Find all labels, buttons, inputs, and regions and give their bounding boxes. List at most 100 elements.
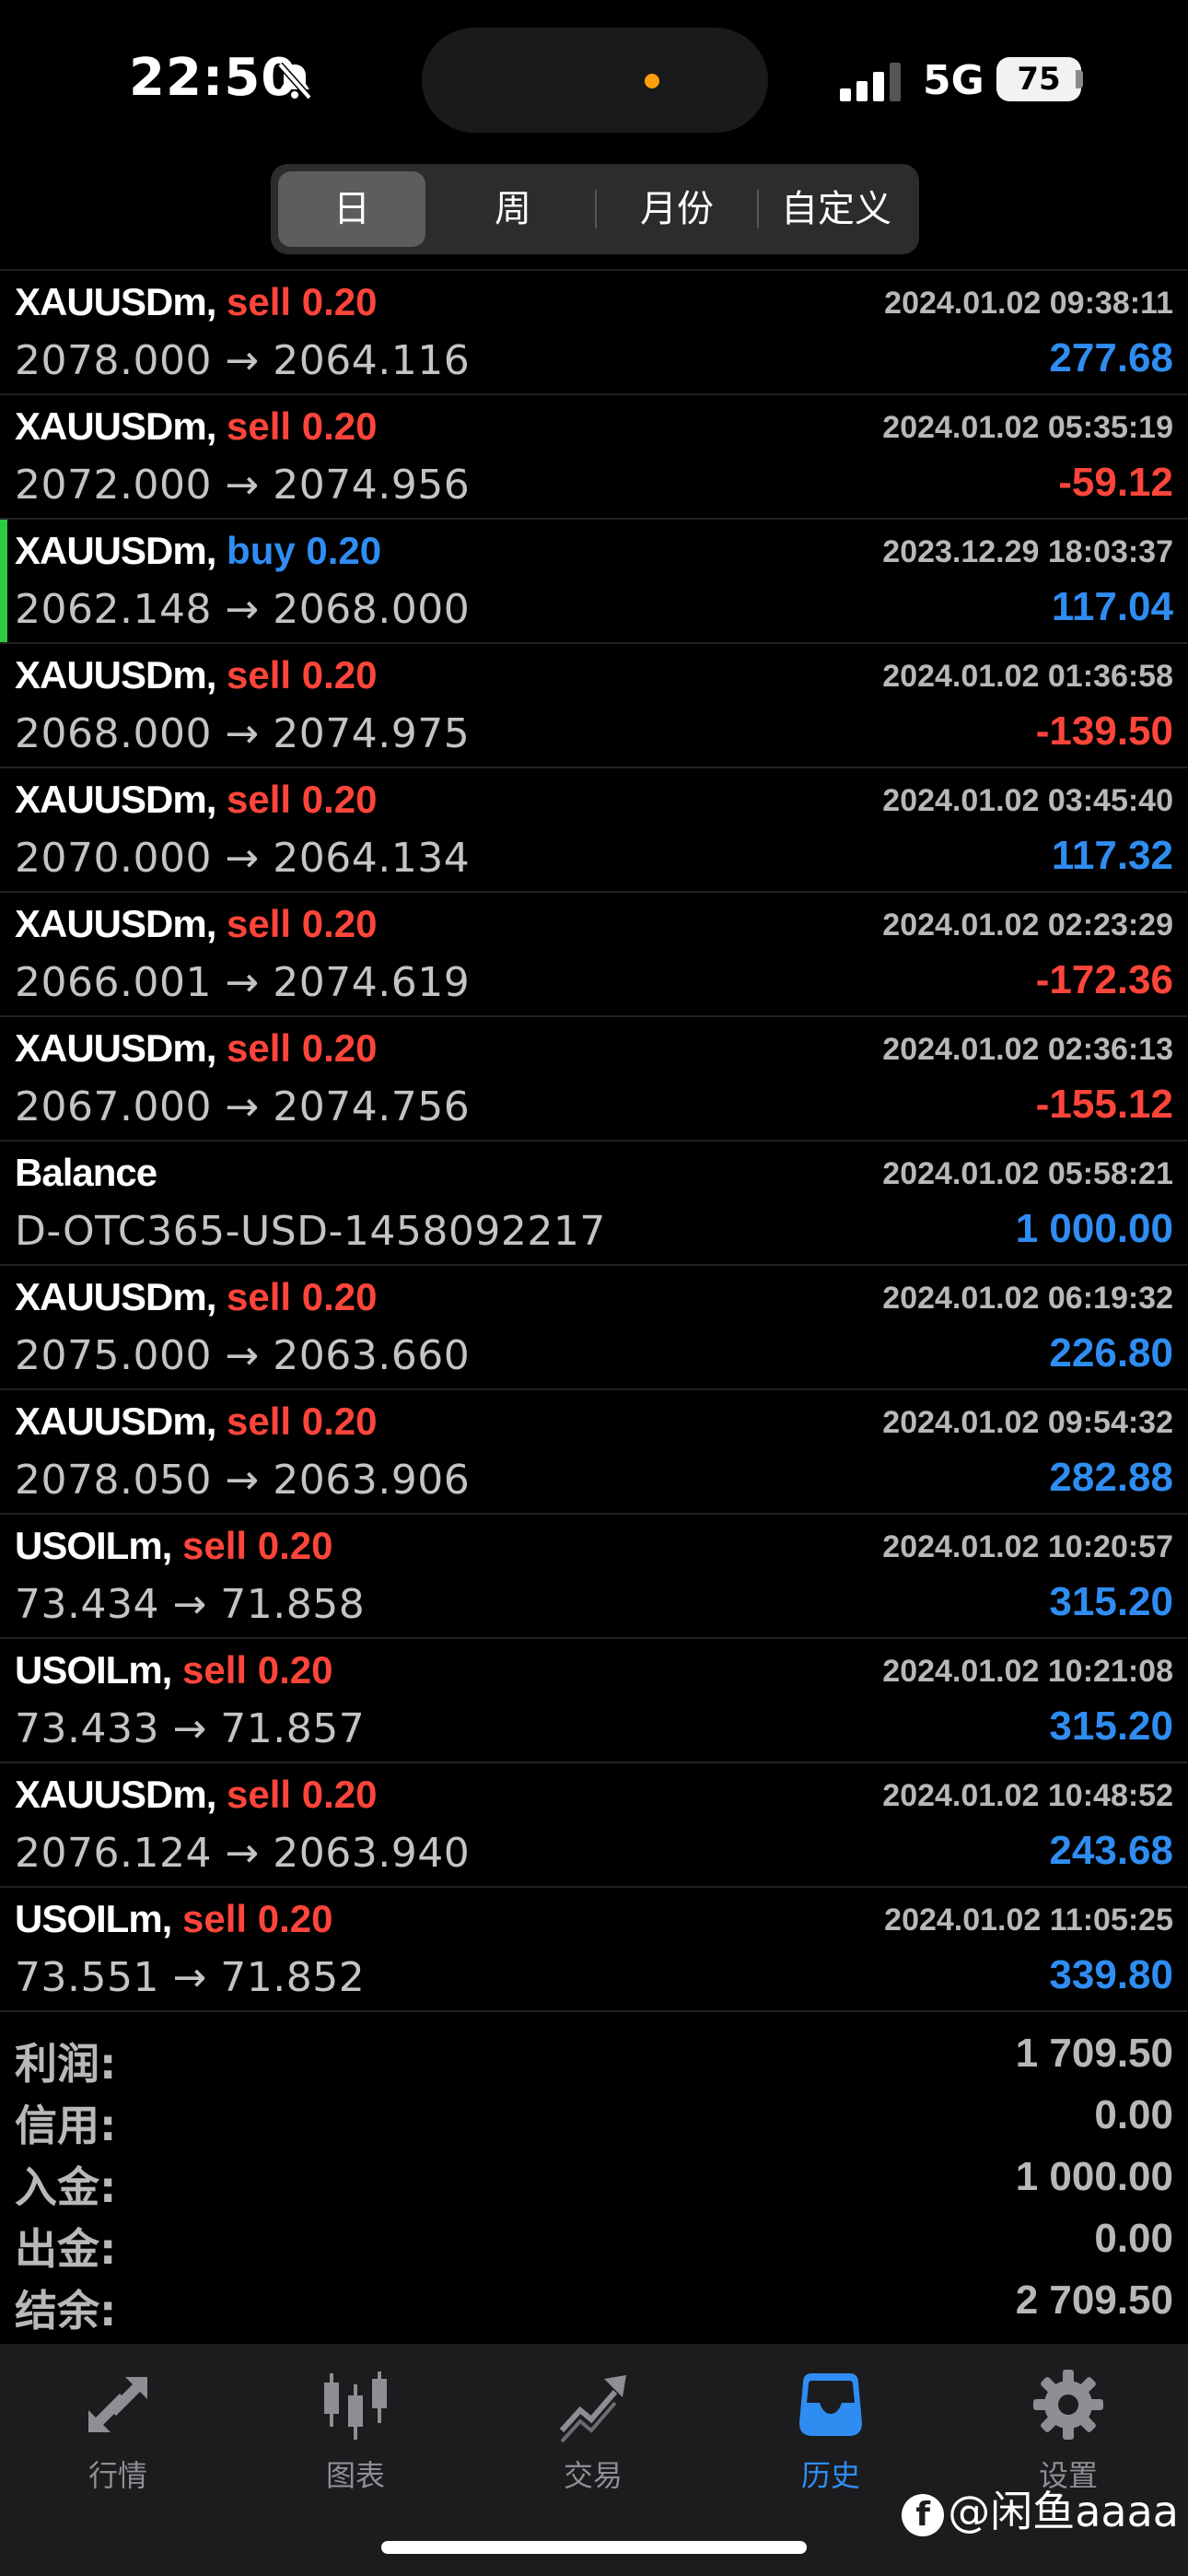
period-tab-day[interactable]: 日 bbox=[278, 171, 425, 247]
watermark-text: @闲鱼aaaa bbox=[948, 2487, 1179, 2536]
summary-value: 0.00 bbox=[1094, 2092, 1173, 2137]
tab-charts[interactable]: 图表 bbox=[282, 2366, 429, 2495]
segment-divider bbox=[757, 190, 759, 228]
row-title: XAUUSDm, sell 0.20 bbox=[15, 653, 378, 697]
row-prices: 2078.000 → 2064.116 bbox=[15, 337, 471, 384]
row-symbol: XAUUSDm, bbox=[15, 653, 216, 697]
history-list: XAUUSDm, sell 0.20 2024.01.02 09:38:11 207… bbox=[0, 269, 1188, 2012]
row-profit: 277.68 bbox=[1049, 335, 1173, 381]
row-title: XAUUSDm, buy 0.20 bbox=[15, 529, 381, 573]
row-profit: -59.12 bbox=[1058, 460, 1173, 505]
history-row[interactable]: XAUUSDm, sell 0.20 2024.01.02 09:54:32 207… bbox=[0, 1390, 1188, 1515]
history-row[interactable]: XAUUSDm, sell 0.20 2024.01.02 10:48:52 207… bbox=[0, 1763, 1188, 1888]
row-profit: 282.88 bbox=[1049, 1455, 1173, 1500]
quotes-arrows-icon bbox=[88, 2377, 147, 2432]
tab-history[interactable]: 历史 bbox=[757, 2366, 904, 2495]
history-row[interactable]: XAUUSDm, sell 0.20 2024.01.02 06:19:32 207… bbox=[0, 1266, 1188, 1390]
row-profit: -172.36 bbox=[1035, 957, 1173, 1002]
row-title: XAUUSDm, sell 0.20 bbox=[15, 1399, 378, 1444]
row-date: 2024.01.02 02:36:13 bbox=[882, 1032, 1173, 1067]
row-prices: 2067.000 → 2074.756 bbox=[15, 1083, 471, 1130]
row-profit: -139.50 bbox=[1035, 708, 1173, 754]
summary-label: 入金: bbox=[15, 2162, 117, 2212]
row-side: sell 0.20 bbox=[227, 778, 378, 821]
row-side: sell 0.20 bbox=[182, 1648, 333, 1692]
row-prices: 73.434 → 71.858 bbox=[15, 1581, 366, 1628]
tab-settings[interactable]: 设置 bbox=[995, 2366, 1142, 2495]
home-indicator[interactable] bbox=[381, 2541, 807, 2554]
history-row[interactable]: XAUUSDm, sell 0.20 2024.01.02 02:23:29 206… bbox=[0, 893, 1188, 1017]
period-tab-month[interactable]: 月份 bbox=[599, 171, 755, 247]
history-row[interactable]: Balance 2024.01.02 05:58:21 D-OTC365-USD-… bbox=[0, 1142, 1188, 1266]
row-profit: -155.12 bbox=[1035, 1082, 1173, 1127]
row-date: 2024.01.02 09:38:11 bbox=[884, 286, 1173, 321]
history-row[interactable]: USOILm, sell 0.20 2024.01.02 10:20:57 73.4… bbox=[0, 1515, 1188, 1639]
row-side: sell 0.20 bbox=[182, 1897, 333, 1940]
segment-divider bbox=[595, 190, 597, 228]
row-title: USOILm, sell 0.20 bbox=[15, 1897, 333, 1941]
row-prices: 2070.000 → 2064.134 bbox=[15, 835, 471, 882]
summary-value: 1 000.00 bbox=[1015, 2154, 1173, 2199]
history-row[interactable]: XAUUSDm, sell 0.20 2024.01.02 02:36:13 206… bbox=[0, 1017, 1188, 1142]
history-row[interactable]: XAUUSDm, sell 0.20 2024.01.02 05:35:19 207… bbox=[0, 395, 1188, 520]
battery-tip bbox=[1076, 70, 1083, 88]
row-title: Balance bbox=[15, 1151, 157, 1195]
row-profit: 1 000.00 bbox=[1015, 1206, 1173, 1251]
summary-label: 出金: bbox=[15, 2224, 117, 2274]
row-profit: 117.04 bbox=[1051, 584, 1173, 629]
dynamic-island bbox=[422, 28, 768, 133]
row-title: XAUUSDm, sell 0.20 bbox=[15, 778, 378, 822]
tab-trade[interactable]: 交易 bbox=[519, 2366, 667, 2495]
row-prices: D-OTC365-USD-1458092217 bbox=[15, 1208, 606, 1255]
row-date: 2024.01.02 06:19:32 bbox=[882, 1281, 1173, 1316]
row-profit: 315.20 bbox=[1049, 1579, 1173, 1624]
summary-label: 结余: bbox=[15, 2286, 117, 2336]
row-profit: 117.32 bbox=[1051, 833, 1173, 878]
row-side: sell 0.20 bbox=[227, 1026, 378, 1070]
row-date: 2024.01.02 05:58:21 bbox=[882, 1156, 1173, 1191]
row-symbol: XAUUSDm, bbox=[15, 1399, 216, 1443]
row-prices: 2078.050 → 2063.906 bbox=[15, 1457, 471, 1504]
history-row[interactable]: XAUUSDm, buy 0.20 2023.12.29 18:03:37 2062… bbox=[0, 520, 1188, 644]
row-side: sell 0.20 bbox=[227, 1275, 378, 1318]
watermark: f @闲鱼aaaa bbox=[902, 2478, 1179, 2539]
row-symbol: XAUUSDm, bbox=[15, 280, 216, 323]
tab-quotes[interactable]: 行情 bbox=[44, 2366, 192, 2495]
row-side: sell 0.20 bbox=[182, 1524, 333, 1567]
summary-value: 0.00 bbox=[1094, 2216, 1173, 2261]
history-row[interactable]: XAUUSDm, sell 0.20 2024.01.02 03:45:40 207… bbox=[0, 768, 1188, 893]
row-title: XAUUSDm, sell 0.20 bbox=[15, 1773, 378, 1817]
period-tab-custom[interactable]: 自定义 bbox=[761, 171, 912, 247]
row-side: sell 0.20 bbox=[227, 280, 378, 323]
history-summary: 利润: 1 709.50 信用: 0.00 入金: 1 000.00 出金: 0.00 结余: 2… bbox=[0, 2025, 1188, 2336]
row-prices: 2062.148 → 2068.000 bbox=[15, 586, 471, 633]
status-bar: 22:50 5G 75 bbox=[0, 0, 1188, 157]
row-symbol: XAUUSDm, bbox=[15, 902, 216, 945]
history-row[interactable]: XAUUSDm, sell 0.20 2024.01.02 09:38:11 207… bbox=[0, 271, 1188, 395]
history-row[interactable]: USOILm, sell 0.20 2024.01.02 11:05:25 73.5… bbox=[0, 1888, 1188, 2012]
row-prices: 2066.001 → 2074.619 bbox=[15, 959, 471, 1006]
row-prices: 2075.000 → 2063.660 bbox=[15, 1332, 471, 1379]
row-symbol: XAUUSDm, bbox=[15, 1275, 216, 1318]
tab-quotes-label: 行情 bbox=[87, 2458, 147, 2493]
row-date: 2024.01.02 09:54:32 bbox=[882, 1405, 1173, 1440]
row-profit: 339.80 bbox=[1049, 1952, 1173, 1997]
history-row[interactable]: USOILm, sell 0.20 2024.01.02 10:21:08 73.4… bbox=[0, 1639, 1188, 1763]
row-symbol: Balance bbox=[15, 1151, 157, 1194]
row-side: sell 0.20 bbox=[227, 653, 378, 697]
tab-trade-label: 交易 bbox=[563, 2458, 623, 2493]
row-title: XAUUSDm, sell 0.20 bbox=[15, 280, 378, 324]
row-profit: 315.20 bbox=[1049, 1704, 1173, 1749]
summary-row: 信用: 0.00 bbox=[0, 2087, 1188, 2150]
row-title: XAUUSDm, sell 0.20 bbox=[15, 1275, 378, 1319]
summary-row: 利润: 1 709.50 bbox=[0, 2025, 1188, 2089]
row-symbol: USOILm, bbox=[15, 1648, 172, 1692]
row-symbol: USOILm, bbox=[15, 1524, 172, 1567]
row-date: 2024.01.02 11:05:25 bbox=[884, 1903, 1173, 1938]
row-date: 2024.01.02 01:36:58 bbox=[882, 659, 1173, 694]
trade-chart-icon bbox=[559, 2375, 626, 2443]
history-row[interactable]: XAUUSDm, sell 0.20 2024.01.02 01:36:58 206… bbox=[0, 644, 1188, 768]
period-tab-week[interactable]: 周 bbox=[435, 171, 591, 247]
selected-row-indicator bbox=[0, 520, 7, 642]
row-prices: 73.433 → 71.857 bbox=[15, 1705, 366, 1752]
